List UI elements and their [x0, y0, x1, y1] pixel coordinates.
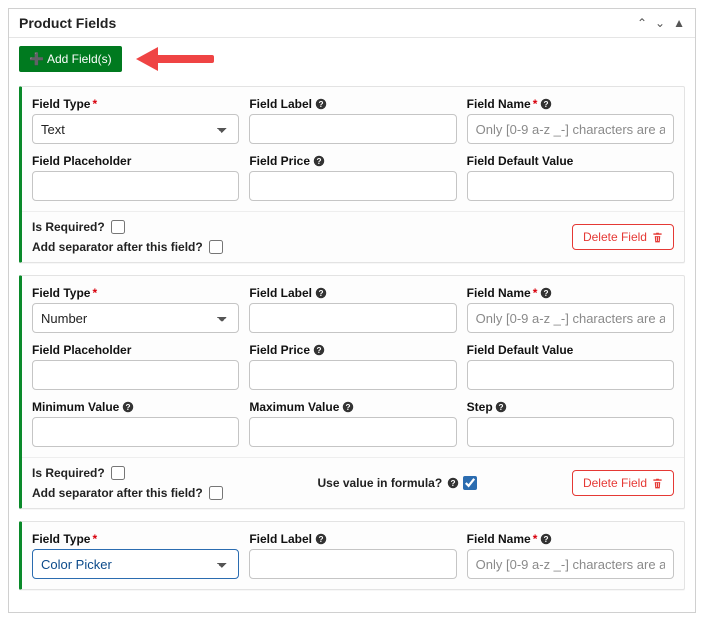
is-required-wrap: Is Required?	[32, 220, 223, 234]
add-separator-label: Add separator after this field?	[32, 240, 203, 254]
max-value-label: Maximum Value ?	[249, 400, 456, 414]
panel-title: Product Fields	[19, 15, 116, 31]
field-label-input[interactable]	[249, 549, 456, 579]
is-required-checkbox[interactable]	[111, 466, 125, 480]
step-input[interactable]	[467, 417, 674, 447]
help-icon[interactable]: ?	[341, 401, 354, 414]
field-name-label: Field Name* ?	[467, 97, 674, 111]
collapse-icon[interactable]: ▲	[673, 16, 685, 30]
chevron-up-icon[interactable]: ⌃	[637, 16, 647, 30]
help-icon[interactable]: ?	[539, 533, 552, 546]
annotation-arrow	[136, 49, 216, 69]
panel-toolbar: ➕ Add Field(s)	[9, 38, 695, 86]
field-label-label: Field Label ?	[249, 532, 456, 546]
field-name-label: Field Name* ?	[467, 286, 674, 300]
field-price-label: Field Price ?	[249, 154, 456, 168]
add-field-label: Add Field(s)	[47, 52, 112, 66]
field-default-input[interactable]	[467, 171, 674, 201]
field-label-label: Field Label ?	[249, 286, 456, 300]
max-value-input[interactable]	[249, 417, 456, 447]
use-formula-checkbox[interactable]	[463, 476, 477, 490]
chevron-down-icon[interactable]: ⌄	[655, 16, 665, 30]
field-price-label: Field Price ?	[249, 343, 456, 357]
delete-field-label: Delete Field	[583, 230, 647, 244]
svg-text:?: ?	[543, 100, 548, 109]
svg-text:?: ?	[318, 289, 323, 298]
field-type-select[interactable]: Text	[32, 114, 239, 144]
use-formula-wrap: Use value in formula??	[317, 476, 477, 490]
svg-text:?: ?	[499, 403, 504, 412]
help-icon[interactable]: ?	[539, 98, 552, 111]
field-default-label: Field Default Value	[467, 343, 674, 357]
svg-text:?: ?	[450, 479, 455, 488]
product-fields-panel: Product Fields ⌃ ⌄ ▲ ➕ Add Field(s) Fiel…	[8, 8, 696, 613]
svg-text:?: ?	[543, 289, 548, 298]
add-separator-checkbox[interactable]	[209, 240, 223, 254]
field-card: Field Type* Number Field Label ? Field Name…	[19, 275, 685, 509]
field-placeholder-input[interactable]	[32, 360, 239, 390]
field-name-input[interactable]	[467, 114, 674, 144]
use-formula-label: Use value in formula?	[317, 476, 442, 490]
field-label-input[interactable]	[249, 114, 456, 144]
is-required-label: Is Required?	[32, 466, 105, 480]
field-name-label: Field Name* ?	[467, 532, 674, 546]
trash-icon	[652, 232, 663, 243]
delete-field-button[interactable]: Delete Field	[572, 224, 674, 250]
field-name-input[interactable]	[467, 549, 674, 579]
svg-text:?: ?	[543, 535, 548, 544]
add-separator-wrap: Add separator after this field?	[32, 486, 223, 500]
panel-header: Product Fields ⌃ ⌄ ▲	[9, 9, 695, 38]
svg-text:?: ?	[316, 157, 321, 166]
help-icon[interactable]: ?	[314, 98, 327, 111]
help-icon[interactable]: ?	[314, 533, 327, 546]
field-default-label: Field Default Value	[467, 154, 674, 168]
add-separator-checkbox[interactable]	[209, 486, 223, 500]
field-placeholder-label: Field Placeholder	[32, 343, 239, 357]
is-required-label: Is Required?	[32, 220, 105, 234]
field-price-input[interactable]	[249, 360, 456, 390]
min-value-label: Minimum Value ?	[32, 400, 239, 414]
delete-field-button[interactable]: Delete Field	[572, 470, 674, 496]
is-required-wrap: Is Required?	[32, 466, 223, 480]
field-price-input[interactable]	[249, 171, 456, 201]
min-value-input[interactable]	[32, 417, 239, 447]
field-type-label: Field Type*	[32, 97, 239, 111]
field-type-label: Field Type*	[32, 532, 239, 546]
help-icon[interactable]: ?	[312, 344, 325, 357]
svg-text:?: ?	[318, 100, 323, 109]
is-required-checkbox[interactable]	[111, 220, 125, 234]
svg-text:?: ?	[125, 403, 130, 412]
field-label-input[interactable]	[249, 303, 456, 333]
svg-text:?: ?	[318, 535, 323, 544]
help-icon[interactable]: ?	[495, 401, 508, 414]
field-label-label: Field Label ?	[249, 97, 456, 111]
svg-text:?: ?	[345, 403, 350, 412]
step-label: Step ?	[467, 400, 674, 414]
help-icon[interactable]: ?	[446, 477, 459, 490]
plus-icon: ➕	[29, 52, 44, 66]
field-placeholder-label: Field Placeholder	[32, 154, 239, 168]
delete-field-label: Delete Field	[583, 476, 647, 490]
add-separator-label: Add separator after this field?	[32, 486, 203, 500]
field-type-select[interactable]: Color Picker	[32, 549, 239, 579]
add-separator-wrap: Add separator after this field?	[32, 240, 223, 254]
help-icon[interactable]: ?	[314, 287, 327, 300]
svg-text:?: ?	[316, 346, 321, 355]
field-default-input[interactable]	[467, 360, 674, 390]
fields-list: Field Type* Text Field Label ? Field Name* …	[9, 86, 695, 612]
field-type-label: Field Type*	[32, 286, 239, 300]
help-icon[interactable]: ?	[312, 155, 325, 168]
field-name-input[interactable]	[467, 303, 674, 333]
help-icon[interactable]: ?	[121, 401, 134, 414]
field-placeholder-input[interactable]	[32, 171, 239, 201]
field-type-select[interactable]: Number	[32, 303, 239, 333]
field-card: Field Type* Text Field Label ? Field Name* …	[19, 86, 685, 263]
add-field-button[interactable]: ➕ Add Field(s)	[19, 46, 122, 72]
help-icon[interactable]: ?	[539, 287, 552, 300]
trash-icon	[652, 478, 663, 489]
field-card: Field Type* Color Picker Field Label ? Fiel…	[19, 521, 685, 590]
